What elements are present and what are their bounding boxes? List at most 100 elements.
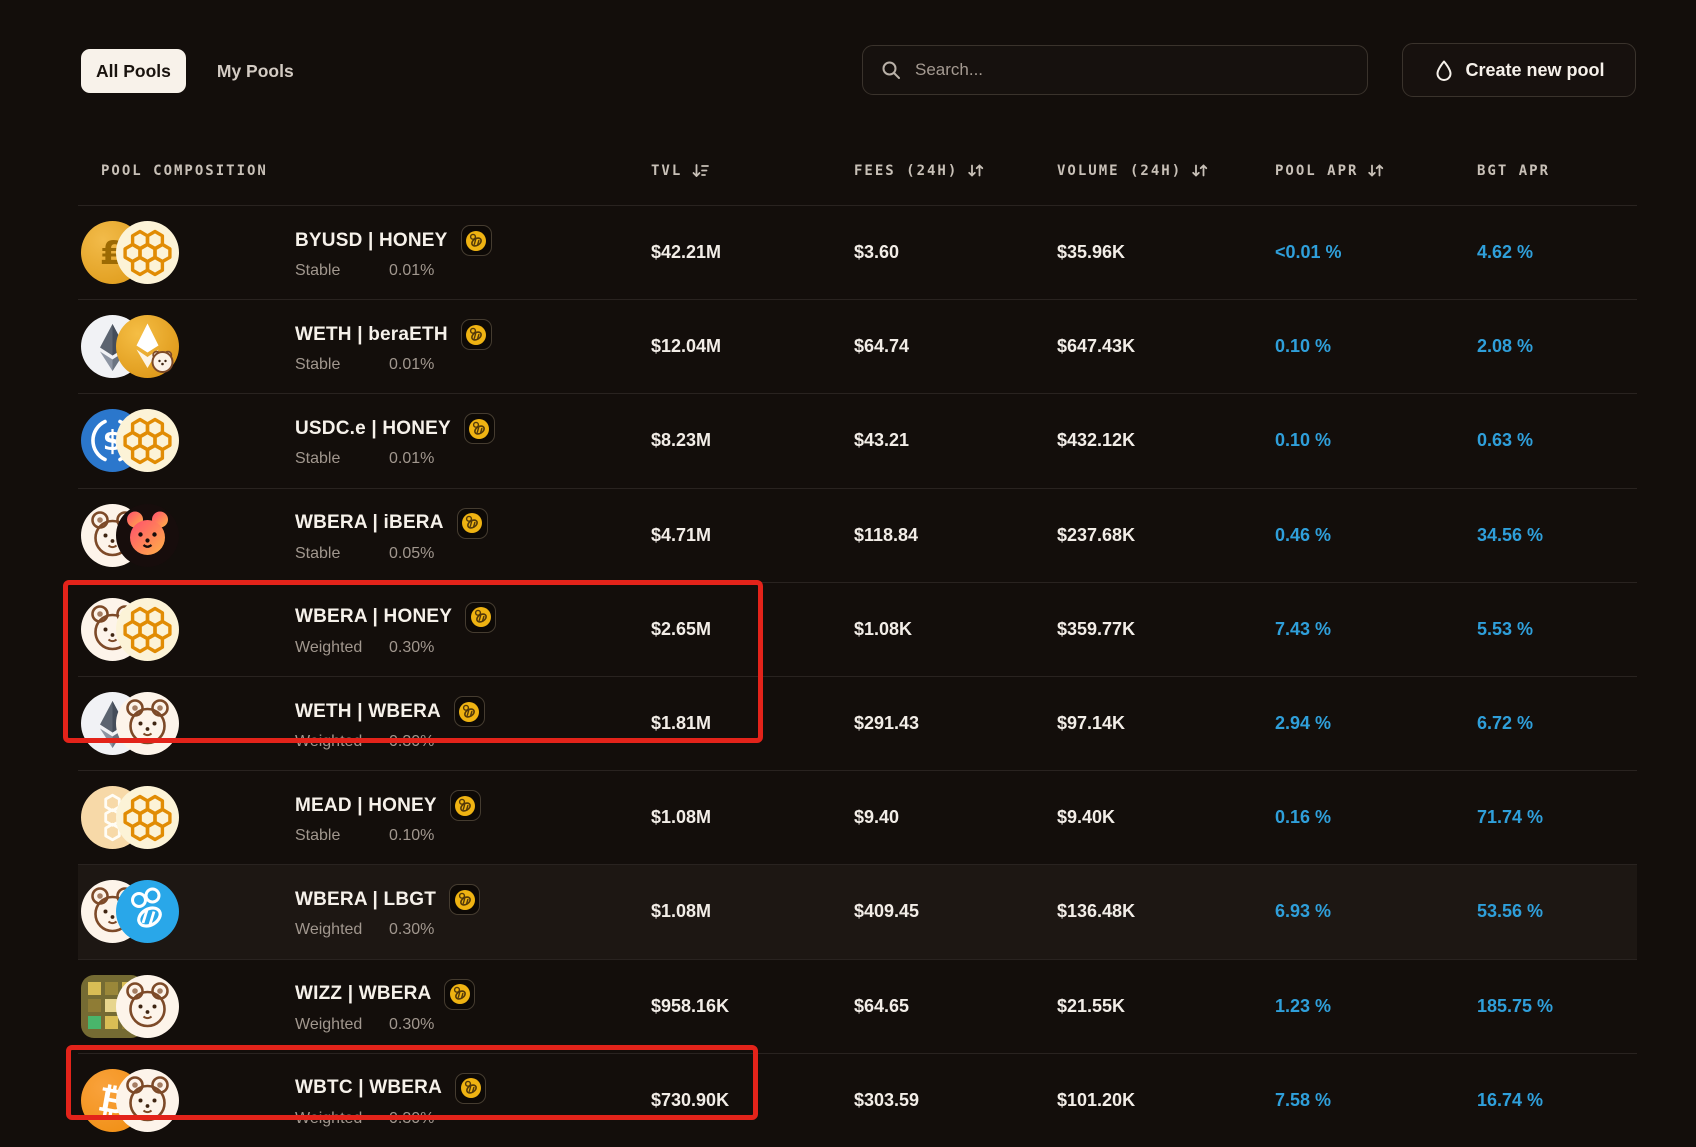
header-pool-composition: POOL COMPOSITION xyxy=(78,163,651,179)
pool-fee-tier: 0.01% xyxy=(389,450,434,468)
volume-cell: $97.14K xyxy=(1057,713,1275,734)
volume-cell: $359.77K xyxy=(1057,619,1275,640)
token-icon-pair xyxy=(81,504,179,567)
bee-badge-icon xyxy=(465,602,496,633)
pool-composition-cell: WIZZ | WBERA Weighted 0.30% xyxy=(78,960,651,1053)
pool-type: Weighted xyxy=(295,1110,389,1128)
bgt-apr-cell: 71.74 % xyxy=(1477,807,1637,828)
pool-type: Weighted xyxy=(295,733,389,751)
bgt-apr-cell: 34.56 % xyxy=(1477,525,1637,546)
pool-row[interactable]: $ USDC.e | HONEY Stable 0.01% $8.23M $43… xyxy=(78,393,1637,487)
pool-apr-cell: 2.94 % xyxy=(1275,713,1477,734)
tvl-cell: $958.16K xyxy=(651,996,854,1017)
pool-fee-tier: 0.30% xyxy=(389,1016,434,1034)
pool-name: USDC.e | HONEY xyxy=(295,418,451,440)
pool-row[interactable]: MEAD | HONEY Stable 0.10% $1.08M $9.40 $… xyxy=(78,770,1637,864)
tvl-cell: $1.08M xyxy=(651,901,854,922)
pool-row[interactable]: ₿ WBTC | WBERA Weighted 0.30% $730.90K $… xyxy=(78,1053,1637,1147)
token-icon-honey xyxy=(116,786,179,849)
pool-apr-cell: 0.10 % xyxy=(1275,336,1477,357)
pool-name: WBTC | WBERA xyxy=(295,1077,442,1099)
fees-cell: $9.40 xyxy=(854,807,1057,828)
pool-row[interactable]: WETH | WBERA Weighted 0.30% $1.81M $291.… xyxy=(78,676,1637,770)
token-icon-honey xyxy=(116,598,179,661)
pool-row[interactable]: ₤ BYUSD | HONEY Stable 0.01% $42.21M $3.… xyxy=(78,205,1637,299)
token-icon-lbgt xyxy=(116,880,179,943)
pool-name: WBERA | LBGT xyxy=(295,889,436,911)
pool-composition-cell: ₿ WBTC | WBERA Weighted 0.30% xyxy=(78,1054,651,1147)
fees-cell: $1.08K xyxy=(854,619,1057,640)
pool-name: WIZZ | WBERA xyxy=(295,983,431,1005)
tvl-cell: $8.23M xyxy=(651,430,854,451)
pool-apr-cell: 0.46 % xyxy=(1275,525,1477,546)
sort-toggle-icon[interactable] xyxy=(967,162,985,179)
volume-cell: $647.43K xyxy=(1057,336,1275,357)
bee-badge-icon xyxy=(461,319,492,350)
fees-cell: $409.45 xyxy=(854,901,1057,922)
volume-cell: $136.48K xyxy=(1057,901,1275,922)
volume-cell: $432.12K xyxy=(1057,430,1275,451)
token-icon-honey xyxy=(116,409,179,472)
sort-descending-icon[interactable] xyxy=(691,162,710,179)
pool-row[interactable]: WBERA | LBGT Weighted 0.30% $1.08M $409.… xyxy=(78,864,1637,958)
tab-all-pools[interactable]: All Pools xyxy=(81,49,186,93)
pool-row[interactable]: WBERA | HONEY Weighted 0.30% $2.65M $1.0… xyxy=(78,582,1637,676)
sort-toggle-icon[interactable] xyxy=(1191,162,1209,179)
pool-fee-tier: 0.01% xyxy=(389,356,434,374)
tvl-cell: $1.81M xyxy=(651,713,854,734)
pool-type: Stable xyxy=(295,356,389,374)
bee-badge-icon xyxy=(450,790,481,821)
bee-badge-icon xyxy=(449,884,480,915)
token-icon-pair xyxy=(81,880,179,943)
fees-cell: $43.21 xyxy=(854,430,1057,451)
pool-row[interactable]: WETH | beraETH Stable 0.01% $12.04M $64.… xyxy=(78,299,1637,393)
token-icon-pair xyxy=(81,786,179,849)
bgt-apr-cell: 185.75 % xyxy=(1477,996,1637,1017)
header-tvl[interactable]: TVL xyxy=(651,162,854,179)
pool-fee-tier: 0.30% xyxy=(389,733,434,751)
pool-type: Stable xyxy=(295,827,389,845)
fees-cell: $291.43 xyxy=(854,713,1057,734)
header-pool-apr[interactable]: POOL APR xyxy=(1275,162,1477,179)
volume-cell: $101.20K xyxy=(1057,1090,1275,1111)
bgt-apr-cell: 5.53 % xyxy=(1477,619,1637,640)
pool-apr-cell: 0.10 % xyxy=(1275,430,1477,451)
token-icon-pair xyxy=(81,692,179,755)
volume-cell: $35.96K xyxy=(1057,242,1275,263)
pool-name: BYUSD | HONEY xyxy=(295,230,448,252)
create-new-pool-label: Create new pool xyxy=(1465,60,1604,81)
pool-composition-cell: $ USDC.e | HONEY Stable 0.01% xyxy=(78,394,651,487)
fees-cell: $3.60 xyxy=(854,242,1057,263)
create-new-pool-button[interactable]: Create new pool xyxy=(1402,43,1636,97)
search-input[interactable] xyxy=(913,59,1349,81)
bgt-apr-cell: 4.62 % xyxy=(1477,242,1637,263)
pool-name: WBERA | iBERA xyxy=(295,512,444,534)
pool-composition-cell: MEAD | HONEY Stable 0.10% xyxy=(78,771,651,864)
search-box[interactable] xyxy=(862,45,1368,95)
pool-apr-cell: <0.01 % xyxy=(1275,242,1477,263)
sort-toggle-icon[interactable] xyxy=(1367,162,1385,179)
token-icon-ibera xyxy=(116,504,179,567)
token-icon-honey xyxy=(116,221,179,284)
table-header-row: POOL COMPOSITION TVL FEES (24H) VOLUME (… xyxy=(78,136,1637,205)
pool-apr-cell: 7.43 % xyxy=(1275,619,1477,640)
pool-row[interactable]: WIZZ | WBERA Weighted 0.30% $958.16K $64… xyxy=(78,959,1637,1053)
pool-fee-tier: 0.30% xyxy=(389,639,434,657)
pool-composition-cell: ₤ BYUSD | HONEY Stable 0.01% xyxy=(78,206,651,299)
bee-badge-icon xyxy=(457,508,488,539)
tab-my-pools[interactable]: My Pools xyxy=(202,49,309,93)
fees-cell: $64.74 xyxy=(854,336,1057,357)
pools-page: { "tabs": [ {"label": "All Pools", "acti… xyxy=(0,0,1696,1130)
bee-badge-icon xyxy=(444,979,475,1010)
bgt-apr-cell: 0.63 % xyxy=(1477,430,1637,451)
bgt-apr-cell: 16.74 % xyxy=(1477,1090,1637,1111)
header-volume-24h[interactable]: VOLUME (24H) xyxy=(1057,162,1275,179)
header-fees-24h[interactable]: FEES (24H) xyxy=(854,162,1057,179)
bee-badge-icon xyxy=(454,696,485,727)
tvl-cell: $1.08M xyxy=(651,807,854,828)
token-icon-pair: ₤ xyxy=(81,221,179,284)
pool-name: WETH | WBERA xyxy=(295,701,441,723)
token-icon-wbera xyxy=(116,975,179,1038)
pool-row[interactable]: WBERA | iBERA Stable 0.05% $4.71M $118.8… xyxy=(78,488,1637,582)
token-icon-pair xyxy=(81,315,179,378)
